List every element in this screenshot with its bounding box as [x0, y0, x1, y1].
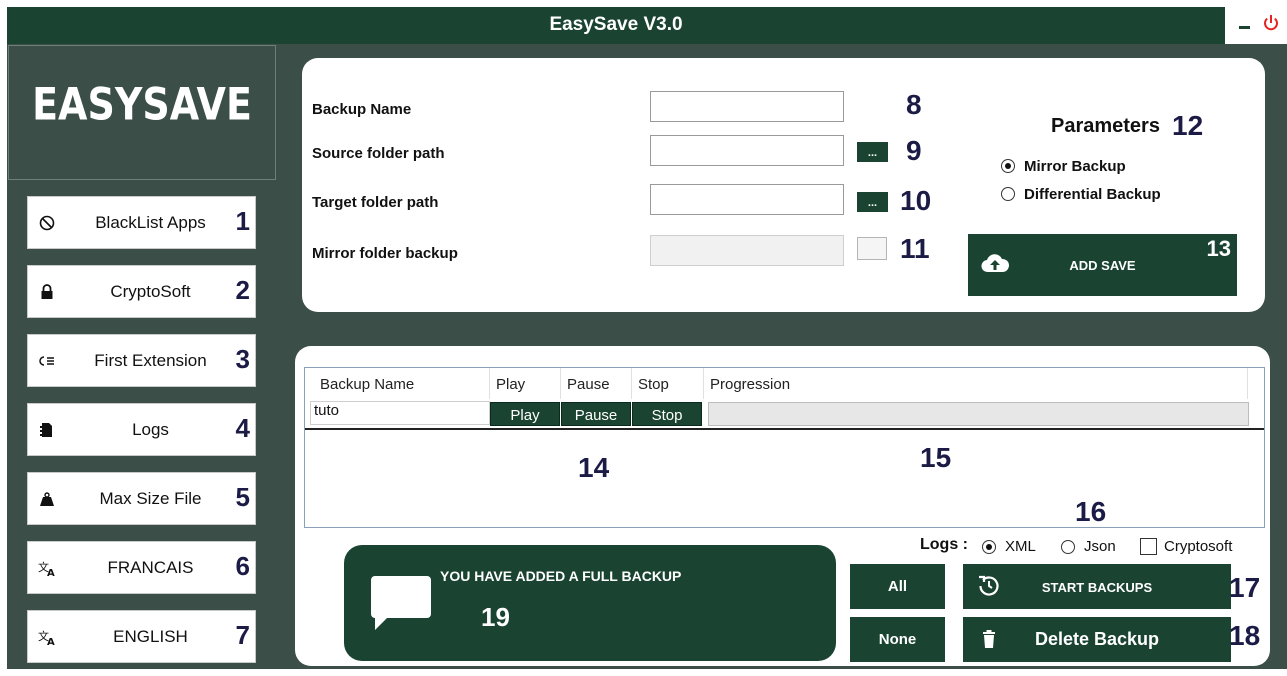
mirror-folder-label: Mirror folder backup: [312, 245, 458, 262]
progress-bar: [708, 402, 1249, 426]
callout-number: 17: [1229, 572, 1261, 603]
backup-name-cell[interactable]: tuto: [310, 401, 490, 425]
callout-number: 7: [235, 620, 250, 650]
target-folder-input[interactable]: [650, 184, 844, 215]
callout-number: 9: [906, 135, 922, 166]
callout-number: 16: [1075, 496, 1107, 527]
callout-number: 19: [481, 602, 510, 632]
callout-number: 8: [906, 89, 922, 120]
table-row: tuto Play Pause Stop: [305, 399, 1264, 430]
sidebar-item-label: ENGLISH: [113, 627, 188, 646]
backup-name-label: Backup Name: [312, 101, 412, 118]
callout-number: 1: [235, 206, 250, 236]
cryptosoft-label: Cryptosoft: [1164, 538, 1233, 555]
play-button[interactable]: Play: [490, 402, 560, 426]
callout-number: 13: [1206, 236, 1231, 261]
pause-button[interactable]: Pause: [561, 402, 631, 426]
sidebar-item-cryptosoft[interactable]: CryptoSoft 2: [27, 265, 256, 318]
start-backups-button[interactable]: START BACKUPS: [963, 564, 1231, 609]
logo: EASYSAVE: [32, 78, 252, 130]
weight-icon: [40, 492, 54, 506]
title-bar: EasySave V3.0: [7, 7, 1225, 44]
column-header: Pause: [561, 368, 632, 399]
translate-icon: 文 A: [38, 629, 55, 646]
source-folder-label: Source folder path: [312, 145, 445, 162]
callout-number: 3: [235, 344, 250, 374]
column-header: Backup Name: [314, 368, 490, 399]
grid-header: Backup Name Play Pause Stop Progression: [305, 368, 1264, 399]
target-browse-button[interactable]: ...: [857, 192, 888, 212]
backup-grid: Backup Name Play Pause Stop Progression …: [304, 367, 1265, 528]
radio-button[interactable]: [1001, 187, 1015, 201]
notification-box: YOU HAVE ADDED A FULL BACKUP 19: [344, 545, 836, 661]
radio-button[interactable]: [982, 540, 996, 554]
minimize-icon[interactable]: [1239, 26, 1250, 29]
mirror-folder-input: [650, 235, 844, 266]
sidebar-item-label: Max Size File: [99, 489, 202, 508]
sidebar-item-label: Logs: [132, 420, 169, 439]
source-browse-button[interactable]: ...: [857, 142, 888, 162]
sidebar-item-francais[interactable]: 文 A FRANCAIS 6: [27, 541, 256, 594]
backup-name-input[interactable]: [650, 91, 844, 122]
callout-number: 5: [235, 482, 250, 512]
delete-backup-button[interactable]: Delete Backup: [963, 617, 1231, 662]
callout-number: 15: [920, 442, 952, 473]
parameters-title: Parameters: [1051, 115, 1160, 137]
sidebar-item-first-extension[interactable]: First Extension 3: [27, 334, 256, 387]
target-folder-label: Target folder path: [312, 194, 439, 211]
blocked-icon: [39, 215, 55, 231]
lock-icon: [41, 284, 53, 299]
notification-text: YOU HAVE ADDED A FULL BACKUP: [440, 568, 682, 584]
power-icon[interactable]: [1263, 14, 1279, 32]
logs-format-label: Logs :: [920, 536, 968, 553]
radio-button[interactable]: [1061, 540, 1075, 554]
translate-icon: 文 A: [38, 560, 55, 577]
option-label: Differential Backup: [1024, 186, 1161, 203]
sidebar-item-label: BlackList Apps: [95, 213, 206, 232]
svg-text:A: A: [47, 568, 55, 577]
source-folder-input[interactable]: [650, 135, 844, 166]
option-label: Mirror Backup: [1024, 158, 1126, 175]
window-title: EasySave V3.0: [549, 14, 683, 35]
svg-text:A: A: [47, 637, 55, 646]
option-label: Json: [1084, 538, 1116, 555]
column-header: Play: [490, 368, 561, 399]
sidebar-item-label: First Extension: [94, 351, 207, 370]
callout-number: 14: [578, 452, 610, 483]
message-icon: [371, 576, 431, 630]
column-header: Stop: [632, 368, 704, 399]
callout-number: 12: [1172, 110, 1204, 141]
extension-list-icon: [39, 356, 54, 366]
add-save-label: ADD SAVE: [1069, 258, 1136, 273]
sidebar-item-logs[interactable]: Logs 4: [27, 403, 256, 456]
logo-panel: EASYSAVE: [8, 45, 276, 180]
sidebar-item-blacklist-apps[interactable]: BlackList Apps 1: [27, 196, 256, 249]
sidebar-item-english[interactable]: 文 A ENGLISH 7: [27, 610, 256, 663]
column-header: Progression: [704, 368, 1248, 399]
select-all-button[interactable]: All: [850, 564, 945, 609]
option-label: XML: [1005, 538, 1036, 555]
log-file-icon: [40, 423, 52, 437]
select-none-button[interactable]: None: [850, 617, 945, 662]
stop-button[interactable]: Stop: [632, 402, 702, 426]
start-backups-label: START BACKUPS: [1041, 580, 1153, 595]
sidebar-item-label: FRANCAIS: [107, 558, 194, 577]
callout-number: 6: [235, 551, 250, 581]
callout-number: 2: [235, 275, 250, 305]
delete-backup-label: Delete Backup: [1034, 629, 1160, 649]
add-save-button[interactable]: ADD SAVE 13: [968, 234, 1237, 296]
mirror-folder-button: [857, 237, 887, 260]
sidebar-item-max-size-file[interactable]: Max Size File 5: [27, 472, 256, 525]
radio-button[interactable]: [1001, 159, 1015, 173]
callout-number: 11: [900, 233, 930, 264]
callout-number: 18: [1229, 620, 1261, 651]
sidebar-item-label: CryptoSoft: [110, 282, 191, 301]
window-controls: [1225, 7, 1287, 44]
cryptosoft-checkbox[interactable]: [1140, 538, 1157, 555]
callout-number: 4: [235, 413, 250, 443]
callout-number: 10: [900, 185, 932, 216]
